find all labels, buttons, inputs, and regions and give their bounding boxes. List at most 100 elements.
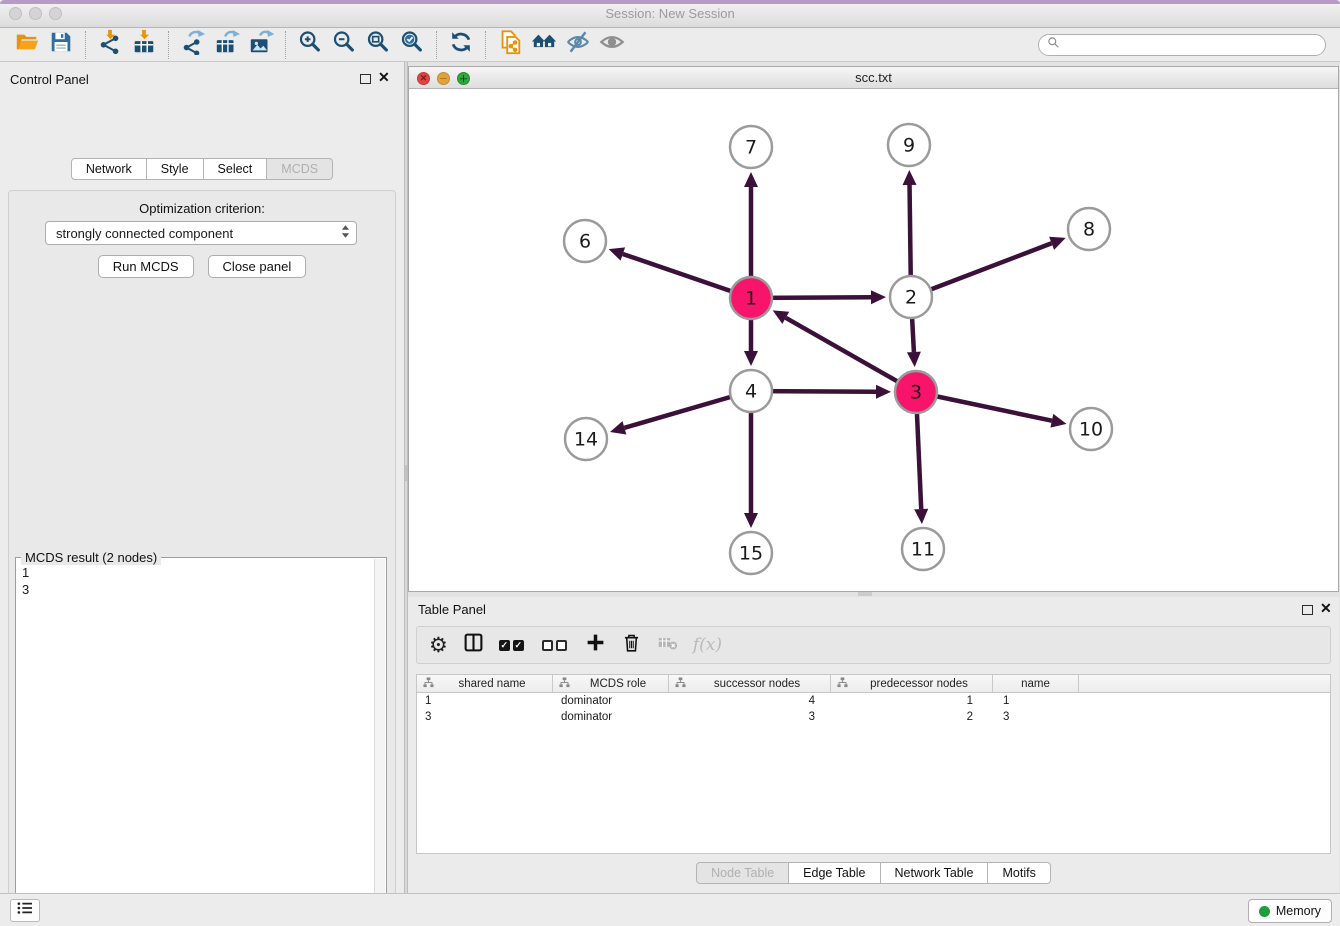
table-row[interactable]: 3dominator323 bbox=[417, 709, 1330, 725]
graph-node-15[interactable]: 15 bbox=[730, 532, 772, 574]
toolbar-separator bbox=[168, 31, 169, 59]
table-settings-button[interactable]: ⚙ bbox=[429, 631, 448, 659]
table-cell[interactable]: 2 bbox=[831, 711, 993, 723]
column-header-MCDS-role[interactable]: MCDS role bbox=[553, 675, 669, 692]
float-table-panel-icon[interactable] bbox=[1302, 605, 1313, 615]
select-all-button[interactable]: ✓✓ bbox=[499, 631, 527, 659]
toggle-columns-button[interactable] bbox=[463, 631, 484, 659]
export-table-button[interactable] bbox=[210, 30, 244, 60]
graph-node-8[interactable]: 8 bbox=[1068, 208, 1110, 250]
export-image-button[interactable] bbox=[244, 30, 278, 60]
add-button[interactable] bbox=[585, 631, 606, 659]
criterion-dropdown[interactable]: strongly connected component bbox=[45, 221, 357, 245]
show-panels-button[interactable] bbox=[10, 899, 40, 922]
svg-text:2: 2 bbox=[905, 287, 917, 309]
table-cell[interactable]: dominator bbox=[553, 695, 669, 707]
graph-node-3[interactable]: 3 bbox=[895, 371, 937, 413]
table-cell[interactable]: 3 bbox=[417, 711, 553, 723]
svg-text:10: 10 bbox=[1079, 419, 1103, 441]
graph-node-4[interactable]: 4 bbox=[730, 370, 772, 412]
result-scrollbar[interactable] bbox=[374, 559, 385, 926]
close-panel-icon[interactable]: ✕ bbox=[378, 70, 390, 84]
export-network-button[interactable] bbox=[176, 30, 210, 60]
graph-node-7[interactable]: 7 bbox=[730, 126, 772, 168]
tab-motifs[interactable]: Motifs bbox=[988, 862, 1050, 884]
eye-icon bbox=[599, 29, 625, 60]
table-cell[interactable]: 3 bbox=[669, 711, 831, 723]
float-panel-icon[interactable] bbox=[360, 74, 371, 84]
export-image-icon bbox=[248, 29, 274, 60]
toolbar-separator bbox=[285, 31, 286, 59]
table-cell[interactable]: 4 bbox=[669, 695, 831, 707]
column-header-predecessor-nodes[interactable]: predecessor nodes bbox=[831, 675, 993, 692]
tab-select[interactable]: Select bbox=[204, 158, 268, 180]
table-tabs: Node TableEdge TableNetwork TableMotifs bbox=[408, 862, 1339, 884]
memory-button[interactable]: Memory bbox=[1248, 899, 1332, 923]
column-label: shared name bbox=[436, 678, 548, 690]
toolbar-separator bbox=[436, 31, 437, 59]
graph-node-1[interactable]: 1 bbox=[730, 277, 772, 319]
hide-selected-button[interactable] bbox=[561, 30, 595, 60]
refresh-layout-button[interactable] bbox=[444, 30, 478, 60]
graph-edge-2-8[interactable] bbox=[911, 237, 1066, 297]
graph-node-10[interactable]: 10 bbox=[1070, 408, 1112, 450]
column-header-successor-nodes[interactable]: successor nodes bbox=[669, 675, 831, 692]
svg-text:1: 1 bbox=[745, 288, 757, 310]
main-toolbar bbox=[0, 28, 1340, 62]
deselect-all-button[interactable] bbox=[542, 631, 570, 659]
graph-edge-3-1[interactable] bbox=[773, 310, 916, 392]
tab-network-table[interactable]: Network Table bbox=[881, 862, 989, 884]
close-panel-button[interactable]: Close panel bbox=[208, 255, 307, 278]
graph-node-11[interactable]: 11 bbox=[902, 528, 944, 570]
network-view-window: ✕ ─ ＋ scc.txt 7968124314101511 bbox=[408, 66, 1339, 592]
tab-mcds[interactable]: MCDS bbox=[267, 158, 333, 180]
zoom-fit-icon bbox=[365, 29, 391, 60]
zoom-fit-button[interactable] bbox=[361, 30, 395, 60]
tab-style[interactable]: Style bbox=[147, 158, 204, 180]
horizontal-splitter-grip[interactable] bbox=[858, 592, 872, 596]
tab-node-table[interactable]: Node Table bbox=[696, 862, 789, 884]
table-row[interactable]: 1dominator411 bbox=[417, 693, 1330, 709]
table-cell[interactable]: 1 bbox=[831, 695, 993, 707]
table-cell[interactable]: 1 bbox=[417, 695, 553, 707]
graph-edge-1-6[interactable] bbox=[609, 247, 751, 298]
splitter-grip[interactable] bbox=[405, 465, 407, 481]
tab-edge-table[interactable]: Edge Table bbox=[789, 862, 880, 884]
checked-box-icon: ✓ bbox=[499, 640, 510, 651]
show-all-button[interactable] bbox=[595, 30, 629, 60]
table-cell[interactable]: 3 bbox=[993, 711, 1079, 723]
column-header-shared-name[interactable]: shared name bbox=[417, 675, 553, 692]
split-columns-icon bbox=[463, 632, 484, 658]
import-network-button[interactable] bbox=[93, 30, 127, 60]
tree-icon bbox=[835, 677, 850, 691]
plus-icon bbox=[585, 632, 606, 658]
tab-network[interactable]: Network bbox=[71, 158, 147, 180]
graph-node-6[interactable]: 6 bbox=[564, 220, 606, 262]
graph-node-14[interactable]: 14 bbox=[565, 418, 607, 460]
close-table-panel-icon[interactable]: ✕ bbox=[1320, 601, 1332, 615]
zoom-selected-button[interactable] bbox=[395, 30, 429, 60]
search-input[interactable] bbox=[1065, 38, 1317, 52]
run-mcds-button[interactable]: Run MCDS bbox=[98, 255, 194, 278]
search-field[interactable] bbox=[1038, 34, 1326, 56]
zoom-out-button[interactable] bbox=[327, 30, 361, 60]
save-session-button[interactable] bbox=[44, 30, 78, 60]
table-cell[interactable]: dominator bbox=[553, 711, 669, 723]
graph-node-9[interactable]: 9 bbox=[888, 124, 930, 166]
graph-edge-3-10[interactable] bbox=[916, 392, 1067, 428]
column-header-name[interactable]: name bbox=[993, 675, 1079, 692]
zoom-in-button[interactable] bbox=[293, 30, 327, 60]
table-body: 1dominator4113dominator323 bbox=[416, 693, 1331, 854]
graph-node-2[interactable]: 2 bbox=[890, 276, 932, 318]
first-neighbors-button[interactable] bbox=[527, 30, 561, 60]
open-session-button[interactable] bbox=[10, 30, 44, 60]
import-network-icon bbox=[97, 29, 123, 60]
network-canvas[interactable]: 7 9 6 8 1 2 4 3 14 10 15 11 bbox=[409, 89, 1338, 591]
import-table-button[interactable] bbox=[127, 30, 161, 60]
memory-label: Memory bbox=[1276, 904, 1321, 918]
clone-network-button[interactable] bbox=[493, 30, 527, 60]
export-network-icon bbox=[180, 29, 206, 60]
column-label: successor nodes bbox=[688, 678, 826, 690]
table-cell[interactable]: 1 bbox=[993, 695, 1079, 707]
delete-button[interactable] bbox=[621, 631, 642, 659]
